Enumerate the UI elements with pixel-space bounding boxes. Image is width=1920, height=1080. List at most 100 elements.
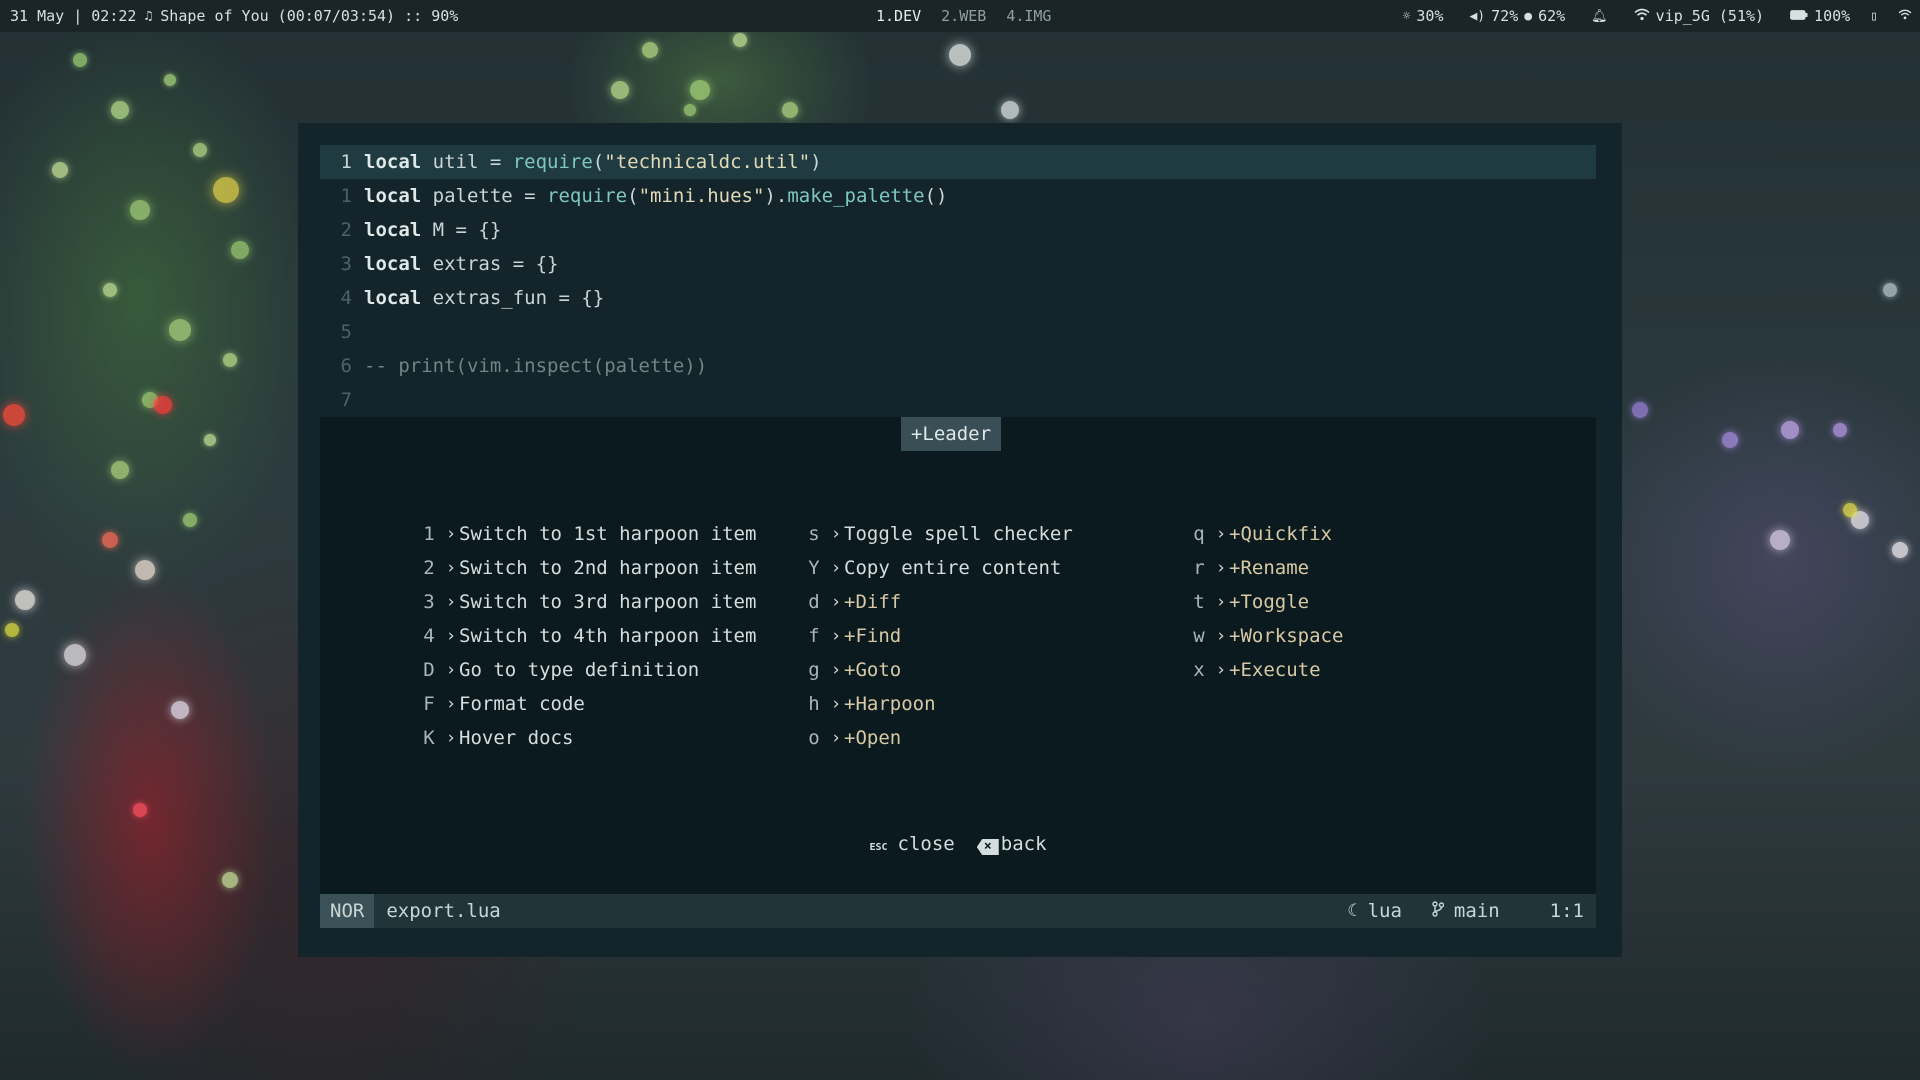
code-line[interactable]: 5 (320, 315, 1596, 349)
key-binding: K (423, 727, 435, 749)
bokeh-light (3, 404, 25, 426)
which-key-item[interactable]: 4 › Switch to 4th harpoon item (415, 619, 756, 653)
workspace-1[interactable]: 1.DEV (876, 7, 921, 25)
back-hint[interactable]: × back (976, 833, 1047, 855)
key-group-label: +Open (844, 727, 902, 749)
code-token-fn: require (547, 185, 628, 207)
which-key-item[interactable]: o › +Open (800, 721, 1073, 755)
chevron-right-icon: › (1215, 626, 1227, 646)
chevron-right-icon: › (445, 558, 457, 578)
which-key-item[interactable]: q › +Quickfix (1185, 517, 1343, 551)
bokeh-light (733, 33, 747, 47)
bokeh-light (64, 644, 86, 666)
key-group-label: +Toggle (1229, 591, 1310, 613)
music-note-icon: ♫ (144, 8, 153, 24)
bokeh-light (164, 74, 176, 86)
line-number: 6 (340, 355, 352, 377)
mic-level[interactable]: 62% (1538, 7, 1565, 25)
bell-icon[interactable]: 🔔︎ (1591, 9, 1608, 24)
code-line[interactable]: 6 -- print(vim.inspect(palette)) (320, 349, 1596, 383)
key-binding: s (808, 523, 820, 545)
key-binding: g (808, 659, 820, 681)
key-binding: d (808, 591, 820, 613)
bokeh-light (1632, 402, 1648, 418)
chevron-right-icon: › (445, 626, 457, 646)
which-key-item[interactable]: t › +Toggle (1185, 585, 1343, 619)
terminal-window[interactable]: 1 local util = require("technicaldc.util"… (298, 123, 1622, 957)
code-token-txt: ). (764, 185, 788, 207)
chevron-right-icon: › (830, 592, 842, 612)
bokeh-light (111, 101, 129, 119)
workspace-3[interactable]: 4.IMG (1006, 7, 1051, 25)
which-key-item[interactable]: d › +Diff (800, 585, 1073, 619)
code-token-cmt: -- print(vim.inspect(palette)) (364, 355, 708, 377)
key-binding: 3 (423, 591, 435, 613)
file-name: export.lua (386, 900, 501, 922)
chevron-right-icon: › (445, 694, 457, 714)
bokeh-light (193, 143, 207, 157)
code-token-txt: ( (627, 185, 639, 207)
code-editor[interactable]: 1 local util = require("technicaldc.util"… (320, 145, 1596, 417)
workspace-list: 1.DEV 2.WEB 4.IMG (876, 0, 1051, 32)
line-code: local palette = require("mini.hues").mak… (364, 185, 947, 207)
close-hint[interactable]: ESC close (869, 833, 954, 855)
battery-level[interactable]: 100% (1814, 7, 1850, 25)
line-code: local M = {} (364, 219, 501, 241)
chevron-right-icon: › (830, 694, 842, 714)
which-key-item[interactable]: h › +Harpoon (800, 687, 1073, 721)
which-key-item[interactable]: D › Go to type definition (415, 653, 756, 687)
key-group-label: +Find (844, 625, 902, 647)
code-token-fn: make_palette (787, 185, 925, 207)
now-playing[interactable]: Shape of You (00:07/03:54) :: 90% (160, 7, 458, 25)
which-key-item[interactable]: Y › Copy entire content (800, 551, 1073, 585)
line-number: 1 (340, 151, 352, 173)
which-key-item[interactable]: x › +Execute (1185, 653, 1343, 687)
code-token-str: "mini.hues" (638, 185, 765, 207)
code-line[interactable]: 4 local extras_fun = {} (320, 281, 1596, 315)
bokeh-light (1883, 283, 1897, 297)
which-key-item[interactable]: 2 › Switch to 2nd harpoon item (415, 551, 756, 585)
key-binding: D (423, 659, 435, 681)
key-binding: o (808, 727, 820, 749)
which-key-item[interactable]: w › +Workspace (1185, 619, 1343, 653)
wifi-status[interactable]: vip_5G (51%) (1656, 7, 1764, 25)
key-action-label: Format code (459, 693, 585, 715)
which-key-item[interactable]: g › +Goto (800, 653, 1073, 687)
code-line[interactable]: 7 (320, 383, 1596, 417)
backspace-icon: × (976, 839, 999, 855)
bokeh-light (183, 513, 197, 527)
volume-level[interactable]: 72% (1491, 7, 1518, 25)
code-line[interactable]: 3 local extras = {} (320, 247, 1596, 281)
which-key-item[interactable]: 3 › Switch to 3rd harpoon item (415, 585, 756, 619)
bokeh-light (204, 434, 216, 446)
key-group-label: +Execute (1229, 659, 1321, 681)
code-token-txt: util = (421, 151, 513, 173)
which-key-item[interactable]: f › +Find (800, 619, 1073, 653)
code-token-txt: extras_fun = {} (421, 287, 605, 309)
which-key-item[interactable]: s › Toggle spell checker (800, 517, 1073, 551)
workspace-2[interactable]: 2.WEB (941, 7, 986, 25)
brightness-level[interactable]: 30% (1416, 7, 1443, 25)
which-key-item[interactable]: r › +Rename (1185, 551, 1343, 585)
code-line[interactable]: 2 local M = {} (320, 213, 1596, 247)
code-line-current[interactable]: 1 local util = require("technicaldc.util"… (320, 145, 1596, 179)
key-binding: 2 (423, 557, 435, 579)
chevron-right-icon: › (445, 728, 457, 748)
chevron-right-icon: › (1215, 592, 1227, 612)
key-action-label: Switch to 2nd harpoon item (459, 557, 757, 579)
key-group-label: +Harpoon (844, 693, 936, 715)
chevron-right-icon: › (830, 626, 842, 646)
key-group-label: +Diff (844, 591, 902, 613)
line-code: local util = require("technicaldc.util") (364, 151, 822, 173)
key-binding: w (1193, 625, 1205, 647)
key-binding: x (1193, 659, 1205, 681)
which-key-item[interactable]: 1 › Switch to 1st harpoon item (415, 517, 756, 551)
code-line[interactable]: 1 local palette = require("mini.hues").ma… (320, 179, 1596, 213)
bokeh-light (15, 590, 35, 610)
chevron-right-icon: › (1215, 524, 1227, 544)
which-key-item[interactable]: F › Format code (415, 687, 756, 721)
which-key-item[interactable]: K › Hover docs (415, 721, 756, 755)
bokeh-light (222, 872, 238, 888)
code-token-txt: ( (592, 151, 605, 173)
bokeh-light (171, 701, 189, 719)
